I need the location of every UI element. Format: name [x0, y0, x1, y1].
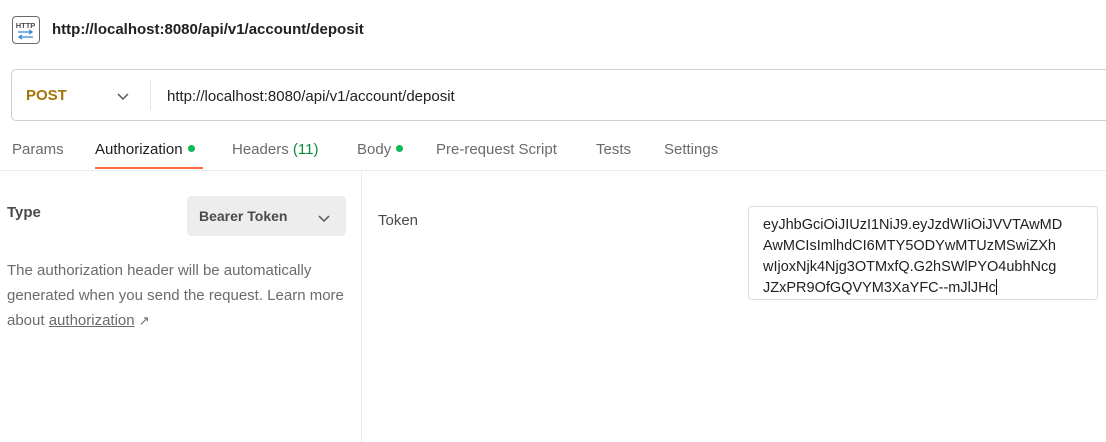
tab-headers[interactable]: Headers (11) [232, 141, 318, 158]
tab-authorization[interactable]: Authorization [95, 141, 195, 158]
token-line: eyJhbGciOiJIUzI1NiJ9.eyJzdWIiOiJVVTAwMD [763, 217, 1063, 233]
tab-label: Params [12, 141, 64, 158]
status-dot [396, 145, 404, 152]
auth-help-text: The authorization header will be automat… [7, 258, 347, 333]
auth-type-value: Bearer Token [199, 208, 288, 224]
token-value: eyJhbGciOiJIUzI1NiJ9.eyJzdWIiOiJVVTAwMD … [763, 215, 1089, 299]
request-title-bar: HTTP http://localhost:8080/api/v1/accoun… [0, 0, 1106, 62]
auth-type-panel: Type Bearer Token The authorization head… [0, 171, 361, 442]
auth-type-dropdown[interactable]: Bearer Token [187, 196, 346, 236]
token-line: AwMCIsImlhdCI6MTY5ODYwMTUzMSwiZXh [763, 238, 1056, 254]
text-cursor [995, 279, 997, 295]
http-icon: HTTP [12, 16, 40, 44]
external-link-icon: ↗ [138, 313, 150, 328]
tab-label: Headers [232, 141, 289, 158]
headers-count: (11) [292, 141, 319, 158]
tab-label: Settings [664, 141, 719, 158]
tab-body[interactable]: Body [357, 141, 404, 158]
tab-params[interactable]: Params [12, 141, 64, 158]
tab-pre-request-script[interactable]: Pre-request Script [436, 141, 557, 158]
token-input[interactable]: eyJhbGciOiJIUzI1NiJ9.eyJzdWIiOiJVVTAwMD … [748, 206, 1098, 300]
tab-label: Body [357, 141, 392, 158]
tab-settings[interactable]: Settings [664, 141, 718, 158]
svg-text:HTTP: HTTP [16, 21, 36, 30]
request-tabs: Params Authorization Headers (11) Body P… [0, 130, 1106, 171]
method-label: POST [26, 87, 67, 104]
tab-label: Tests [596, 141, 632, 158]
url-divider [150, 80, 151, 110]
token-line: wIjoxNjk4Njg3OTMxfQ.G2hSWlPYO4ubhNcg [763, 259, 1057, 275]
chevron-down-icon [317, 211, 331, 229]
tab-label: Authorization [95, 141, 183, 158]
tab-label: Pre-request Script [436, 141, 557, 158]
method-dropdown[interactable]: POST [12, 70, 150, 120]
panel-divider [361, 171, 362, 442]
status-dot [187, 145, 195, 152]
token-line: JZxPR9OfGQVYM3XaYFC--mJlJHc [763, 280, 996, 296]
url-input[interactable] [167, 86, 1067, 106]
url-bar: POST [11, 69, 1106, 121]
chevron-down-icon [116, 89, 130, 107]
authorization-link[interactable]: authorization [49, 312, 135, 329]
active-tab-indicator [95, 167, 203, 169]
request-title[interactable]: http://localhost:8080/api/v1/account/dep… [52, 21, 364, 38]
token-label: Token [378, 212, 419, 229]
type-label: Type [7, 204, 41, 221]
tab-tests[interactable]: Tests [596, 141, 631, 158]
